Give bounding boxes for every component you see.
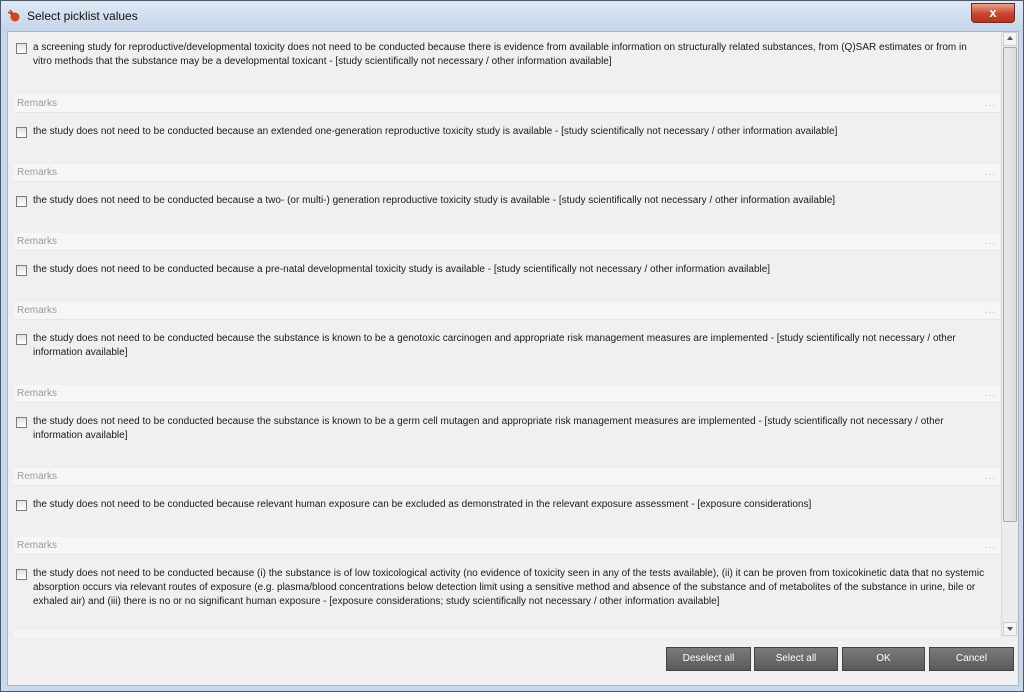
remarks-label: Remarks [17,540,58,551]
vertical-scrollbar[interactable] [1001,32,1018,637]
close-icon: x [989,5,997,20]
remarks-ellipsis-icon[interactable]: ... [985,305,996,316]
remarks-field[interactable]: Remarks ... [14,95,1000,113]
remarks-field[interactable]: Remarks ... [14,385,1000,403]
item-checkbox[interactable] [16,500,27,511]
app-logo-icon [7,9,20,22]
remarks-field[interactable] [14,630,1000,637]
item-checkbox[interactable] [16,127,27,138]
item-checkbox[interactable] [16,417,27,428]
remarks-label: Remarks [17,471,58,482]
arrow-down-icon [1007,627,1013,631]
item-label: a screening study for reproductive/devel… [33,42,967,67]
deselect-all-button[interactable]: Deselect all [666,647,751,671]
remarks-label: Remarks [17,388,58,399]
remarks-field[interactable]: Remarks ... [14,468,1000,486]
select-all-button[interactable]: Select all [754,647,838,671]
picklist-dialog: Select picklist values x a screening stu… [0,0,1024,692]
item-checkbox[interactable] [16,334,27,345]
scroll-thumb[interactable] [1003,47,1017,522]
remarks-ellipsis-icon[interactable]: ... [985,98,996,109]
scroll-down-button[interactable] [1003,622,1017,636]
remarks-label: Remarks [17,236,58,247]
item-label: the study does not need to be conducted … [33,416,944,441]
item-label: the study does not need to be conducted … [33,195,836,206]
picklist-list: a screening study for reproductive/devel… [8,32,1002,637]
remarks-ellipsis-icon[interactable]: ... [985,167,996,178]
remarks-label: Remarks [17,305,58,316]
remarks-field[interactable]: Remarks ... [14,537,1000,555]
item-label: the study does not need to be conducted … [33,333,956,358]
item-label: the study does not need to be conducted … [33,126,838,137]
item-checkbox[interactable] [16,196,27,207]
item-label: the study does not need to be conducted … [33,264,771,275]
remarks-field[interactable]: Remarks ... [14,164,1000,182]
arrow-up-icon [1007,36,1013,40]
scroll-up-button[interactable] [1003,32,1017,46]
remarks-ellipsis-icon[interactable]: ... [985,236,996,247]
remarks-label: Remarks [17,98,58,109]
button-bar: Deselect all Select all OK Cancel [7,637,1019,686]
picklist-panel: a screening study for reproductive/devel… [7,31,1019,638]
remarks-ellipsis-icon[interactable]: ... [985,471,996,482]
remarks-ellipsis-icon[interactable]: ... [985,388,996,399]
item-checkbox[interactable] [16,43,27,54]
item-label: the study does not need to be conducted … [33,499,812,510]
remarks-field[interactable]: Remarks ... [14,302,1000,320]
remarks-ellipsis-icon[interactable]: ... [985,540,996,551]
remarks-field[interactable]: Remarks ... [14,233,1000,251]
ok-button[interactable]: OK [842,647,925,671]
cancel-button[interactable]: Cancel [929,647,1014,671]
item-checkbox[interactable] [16,569,27,580]
window-title: Select picklist values [27,9,138,23]
item-checkbox[interactable] [16,265,27,276]
item-label: the study does not need to be conducted … [33,568,985,607]
title-bar: Select picklist values x [1,1,1023,31]
close-button[interactable]: x [971,3,1015,23]
remarks-label: Remarks [17,167,58,178]
